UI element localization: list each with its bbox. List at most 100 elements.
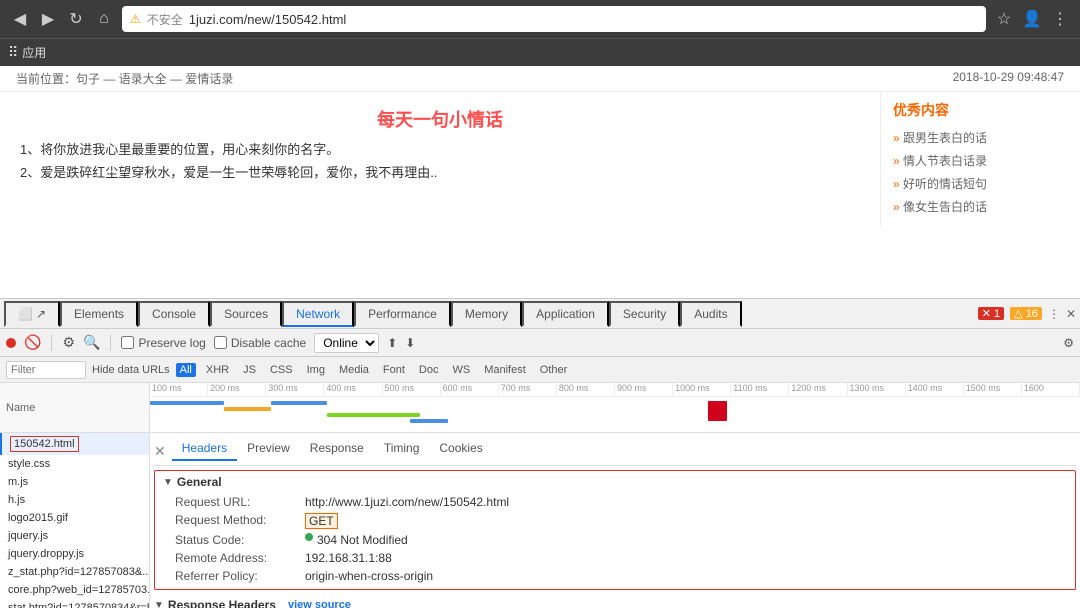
file-item-6[interactable]: jquery.droppy.js xyxy=(0,545,149,563)
account-button[interactable]: 👤 xyxy=(1020,7,1044,31)
download-button[interactable]: ⬇ xyxy=(405,336,415,350)
reload-button[interactable]: ↻ xyxy=(64,7,88,31)
sidebar-item-4[interactable]: 像女生告白的话 xyxy=(893,195,1068,218)
detail-tab-headers[interactable]: Headers xyxy=(172,437,237,461)
filter-all[interactable]: All xyxy=(176,363,196,377)
preserve-log-checkbox[interactable] xyxy=(121,336,134,349)
view-source-link[interactable]: view source xyxy=(288,599,351,608)
record-button[interactable] xyxy=(6,338,16,348)
remote-address-value: 192.168.31.1:88 xyxy=(305,551,392,565)
filter-media[interactable]: Media xyxy=(335,363,373,377)
filter-xhr[interactable]: XHR xyxy=(202,363,233,377)
error-badge: ✕ 1 xyxy=(978,307,1004,320)
file-item-4[interactable]: logo2015.gif xyxy=(0,509,149,527)
file-item-9[interactable]: stat.htm?id=1278570834&r=h.. xyxy=(0,599,149,608)
detail-tab-response[interactable]: Response xyxy=(300,437,374,461)
timeline-bar-6 xyxy=(708,401,727,421)
file-item-7[interactable]: z_stat.php?id=127857083&... xyxy=(0,563,149,581)
filter-input[interactable] xyxy=(6,361,86,379)
filter-css[interactable]: CSS xyxy=(266,363,297,377)
warn-icon: △ xyxy=(1014,308,1022,320)
tab-elements[interactable]: Elements xyxy=(60,301,138,327)
detail-tab-preview[interactable]: Preview xyxy=(237,437,300,461)
request-url-row: Request URL: http://www.1juzi.com/new/15… xyxy=(175,493,1067,511)
status-code-value: 304 Not Modified xyxy=(317,533,408,547)
upload-button[interactable]: ⬆ xyxy=(387,336,397,350)
detail-close-button[interactable]: ✕ xyxy=(154,443,166,460)
detail-tab-cookies[interactable]: Cookies xyxy=(429,437,492,461)
preserve-log-label[interactable]: Preserve log xyxy=(121,336,205,350)
page-content: 当前位置：句子 — 语录大全 — 爱情话录 2018-10-29 09:48:4… xyxy=(0,66,1080,226)
timeline-bar-5 xyxy=(410,419,447,423)
filter-bar: Hide data URLs All XHR JS CSS Img Media … xyxy=(0,357,1080,383)
filter-manifest[interactable]: Manifest xyxy=(480,363,530,377)
tab-memory[interactable]: Memory xyxy=(451,301,522,327)
general-title: General xyxy=(177,475,222,489)
file-name-0: 150542.html xyxy=(10,436,79,452)
tab-sources[interactable]: Sources xyxy=(210,301,282,327)
bookmark-button[interactable]: ☆ xyxy=(992,7,1016,31)
file-item-0[interactable]: 150542.html xyxy=(0,433,149,455)
menu-button[interactable]: ⋮ xyxy=(1048,7,1072,31)
filter-ws[interactable]: WS xyxy=(448,363,474,377)
timeline-name-header: Name xyxy=(0,383,150,432)
tick-700: 700 ms xyxy=(499,383,557,396)
timeline-bar-2 xyxy=(224,407,271,411)
settings-button[interactable]: ⚙ xyxy=(1063,336,1074,350)
search-button[interactable]: 🔍 xyxy=(83,334,100,351)
filter-img[interactable]: Img xyxy=(303,363,329,377)
article-line-1: 1、将你放进我心里最重要的位置，用心来刻你的名字。 xyxy=(20,138,860,161)
home-button[interactable]: ⌂ xyxy=(92,7,116,31)
tick-1100: 1100 ms xyxy=(731,383,789,396)
clear-button[interactable]: 🚫 xyxy=(24,334,41,351)
tab-application[interactable]: Application xyxy=(522,301,609,327)
response-headers-title: Response Headers view source xyxy=(154,598,1076,608)
disable-cache-label[interactable]: Disable cache xyxy=(214,336,306,350)
tab-security[interactable]: Security xyxy=(609,301,680,327)
devtools-close-icon[interactable]: ✕ xyxy=(1066,307,1076,321)
devtools-tab-actions: ✕ 1 △ 16 ⋮ ✕ xyxy=(978,307,1076,321)
disable-cache-checkbox[interactable] xyxy=(214,336,227,349)
referrer-policy-label: Referrer Policy: xyxy=(175,569,305,583)
filter-doc[interactable]: Doc xyxy=(415,363,443,377)
tab-console[interactable]: Console xyxy=(138,301,210,327)
file-item-3[interactable]: h.js xyxy=(0,491,149,509)
file-item-5[interactable]: jquery.js xyxy=(0,527,149,545)
sidebar-item-3[interactable]: 好听的情话短句 xyxy=(893,172,1068,195)
network-timeline: Name 100 ms 200 ms 300 ms 400 ms 500 ms … xyxy=(0,383,1080,433)
filter-font[interactable]: Font xyxy=(379,363,409,377)
tab-inspector[interactable]: ⬜ ↗ xyxy=(4,301,60,327)
filter-js[interactable]: JS xyxy=(239,363,260,377)
detail-tab-timing[interactable]: Timing xyxy=(374,437,430,461)
inspector-icon2: ↗ xyxy=(36,307,46,321)
toolbar-sep-2 xyxy=(110,335,111,351)
inspector-icon: ⬜ xyxy=(18,307,33,321)
file-item-2[interactable]: m.js xyxy=(0,473,149,491)
filter-icon: ⚙ xyxy=(62,334,75,351)
disable-cache-text: Disable cache xyxy=(231,336,306,350)
filter-other[interactable]: Other xyxy=(536,363,572,377)
throttle-select[interactable]: Online xyxy=(314,333,379,353)
devtools-more-icon[interactable]: ⋮ xyxy=(1048,307,1060,321)
address-bar[interactable]: ⚠ 不安全 1juzi.com/new/150542.html xyxy=(122,6,986,32)
warn-count: 16 xyxy=(1026,308,1038,320)
page-timestamp: 2018-10-29 09:48:47 xyxy=(953,70,1064,87)
tick-800: 800 ms xyxy=(557,383,615,396)
filter-button[interactable]: ⚙ xyxy=(62,334,75,351)
sidebar-item-1[interactable]: 跟男生表白的话 xyxy=(893,126,1068,149)
apps-bookmark[interactable]: ⠿ 应用 xyxy=(8,44,46,61)
sidebar-item-2[interactable]: 情人节表白话录 xyxy=(893,149,1068,172)
file-item-8[interactable]: core.php?web_id=12785703... xyxy=(0,581,149,599)
tick-600: 600 ms xyxy=(441,383,499,396)
tab-performance[interactable]: Performance xyxy=(354,301,451,327)
tab-audits[interactable]: Audits xyxy=(680,301,741,327)
tab-network[interactable]: Network xyxy=(282,301,354,327)
upload-icon: ⬆ xyxy=(387,336,397,350)
article-area: 每天一句小情话 1、将你放进我心里最重要的位置，用心来刻你的名字。 2、爱是跌碎… xyxy=(0,92,880,226)
request-method-value: GET xyxy=(305,513,338,529)
file-item-1[interactable]: style.css xyxy=(0,455,149,473)
back-button[interactable]: ◀ xyxy=(8,7,32,31)
forward-button[interactable]: ▶ xyxy=(36,7,60,31)
response-headers-section: Response Headers view source Accept-Rang… xyxy=(154,598,1076,608)
page-top-bar: 当前位置：句子 — 语录大全 — 爱情话录 2018-10-29 09:48:4… xyxy=(0,66,1080,92)
